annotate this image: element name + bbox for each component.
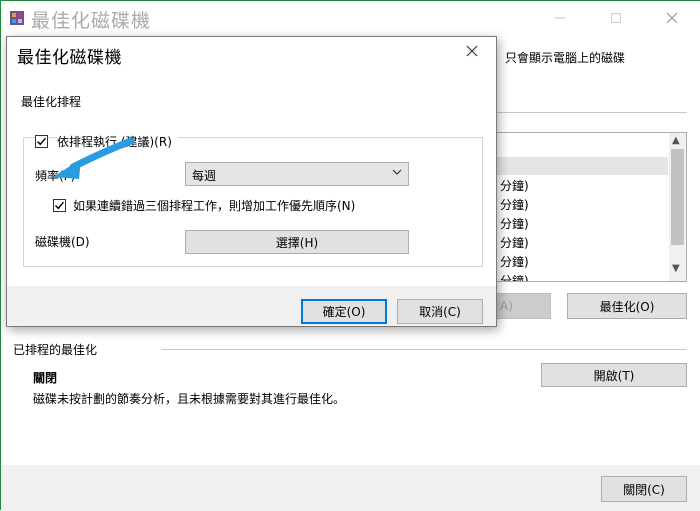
divider <box>161 349 687 350</box>
cancel-button[interactable]: 取消(C) <box>397 299 483 324</box>
choose-drives-button[interactable]: 選擇(H) <box>185 230 409 254</box>
drive-list[interactable]: 分鐘) 分鐘) 分鐘) 分鐘) 分鐘) 分鐘) ▲ ▼ <box>491 132 687 282</box>
main-footer: 關閉(C) <box>1 465 700 511</box>
scheduled-optimization-label: 已排程的最佳化 <box>13 343 98 357</box>
annotation-arrow-icon <box>53 137 135 179</box>
close-button[interactable]: 關閉(C) <box>601 476 687 502</box>
analyze-button[interactable]: A) <box>491 293 551 319</box>
schedule-dialog: 最佳化磁碟機 最佳化排程 依排程執行 (建議)(R) 頻率(F) 每週 如果連續… <box>6 36 497 327</box>
frequency-select[interactable]: 每週 <box>185 162 409 186</box>
dialog-titlebar: 最佳化磁碟機 <box>7 37 496 71</box>
selected-row[interactable] <box>492 157 668 175</box>
optimize-button[interactable]: 最佳化(O) <box>567 293 687 319</box>
scroll-down-icon[interactable]: ▼ <box>672 263 680 274</box>
dialog-title: 最佳化磁碟機 <box>17 48 122 68</box>
main-titlebar: 最佳化磁碟機 <box>1 1 700 35</box>
frequency-value: 每週 <box>192 169 217 183</box>
increase-priority-label[interactable]: 如果連續錯過三個排程工作，則增加工作優先順序(N) <box>73 197 355 214</box>
scrollbar-thumb[interactable] <box>671 149 684 245</box>
list-item[interactable]: 分鐘) <box>500 177 529 194</box>
description-text: 化。只會顯示電腦上的磁碟 <box>481 51 626 65</box>
dialog-close-icon[interactable] <box>465 43 479 63</box>
scroll-up-icon[interactable]: ▲ <box>672 135 680 146</box>
enable-schedule-button[interactable]: 開啟(T) <box>541 363 687 387</box>
list-item[interactable]: 分鐘) <box>500 215 529 232</box>
drives-label: 磁碟機(D) <box>35 235 90 249</box>
list-item[interactable]: 分鐘) <box>500 234 529 251</box>
defrag-app-icon <box>10 11 24 25</box>
scrollbar[interactable]: ▲ ▼ <box>669 133 686 281</box>
list-item[interactable]: 分鐘) <box>500 253 529 270</box>
main-window-title: 最佳化磁碟機 <box>31 10 152 32</box>
list-item[interactable]: 分鐘) <box>500 196 529 213</box>
window-close-icon[interactable] <box>649 1 695 35</box>
minimize-icon[interactable] <box>537 1 583 35</box>
increase-priority-checkbox[interactable] <box>53 199 66 212</box>
ok-button[interactable]: 確定(O) <box>301 299 387 324</box>
chevron-down-icon <box>392 167 402 180</box>
divider <box>491 112 687 113</box>
schedule-status: 關閉 <box>33 371 58 385</box>
list-item[interactable]: 分鐘) <box>500 272 529 281</box>
schedule-description: 磁碟未按計劃的節奏分析，且未根據需要對其進行最佳化。 <box>33 392 346 406</box>
optimization-schedule-label: 最佳化排程 <box>21 95 82 109</box>
maximize-icon[interactable] <box>593 1 639 35</box>
